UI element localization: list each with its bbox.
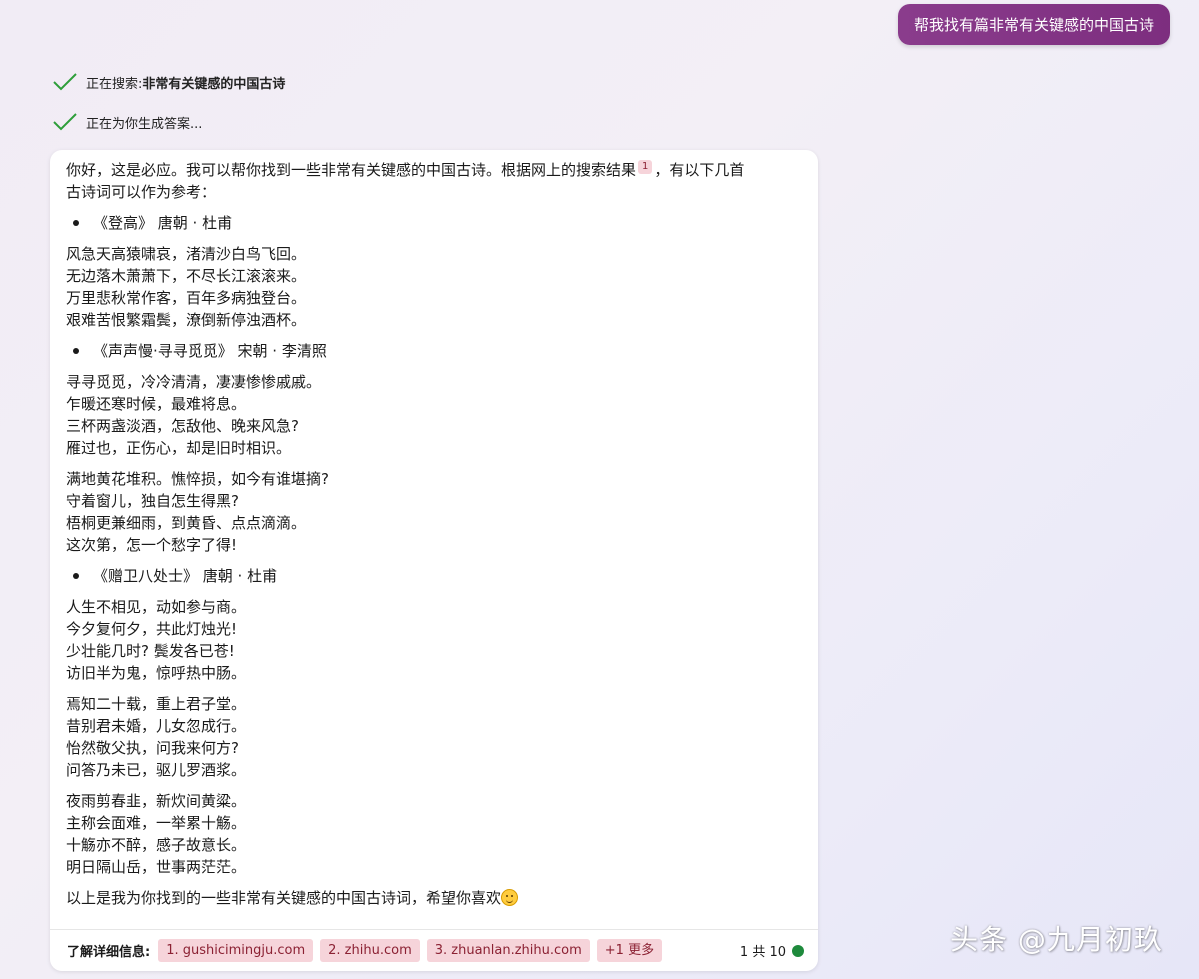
poem-stanza: 焉知二十载，重上君子堂。 昔别君未婚，儿女忽成行。 怡然敬父执，问我来何方? 问… bbox=[66, 693, 802, 781]
poem-line: 明日隔山岳，世事两茫茫。 bbox=[66, 858, 247, 876]
poem-line: 主称会面难，一举累十觞。 bbox=[66, 814, 247, 832]
poem-title: 《声声慢·寻寻觅觅》 宋朝 · 李清照 bbox=[93, 342, 327, 360]
poem-line: 昔别君未婚，儿女忽成行。 bbox=[66, 717, 247, 735]
poem-stanza: 满地黄花堆积。憔悴损，如今有谁堪摘? 守着窗儿，独自怎生得黑? 梧桐更兼细雨，到… bbox=[66, 468, 802, 556]
watermark: 头条 @九月初玖 bbox=[950, 923, 1163, 956]
answer-body: 你好，这是必应。我可以帮你找到一些非常有关键感的中国古诗。根据网上的搜索结果 1，… bbox=[50, 150, 818, 909]
poem-stanza: 寻寻觅觅，冷冷清清，凄凄惨惨戚戚。 乍暖还寒时候，最难将息。 三杯两盏淡酒，怎敌… bbox=[66, 371, 802, 459]
status-text: 正在为你生成答案... bbox=[86, 116, 203, 132]
poem-line: 怡然敬父执，问我来何方? bbox=[66, 739, 239, 757]
poem-line: 风急天高猿啸哀，渚清沙白鸟飞回。 bbox=[66, 245, 307, 263]
source-link-zhuanlan[interactable]: 3. zhuanlan.zhihu.com bbox=[426, 939, 590, 962]
poem-line: 寻寻觅觅，冷冷清清，凄凄惨惨戚戚。 bbox=[66, 373, 322, 391]
check-icon bbox=[53, 73, 77, 91]
poem-line: 艰难苦恨繁霜鬓，潦倒新停浊酒杯。 bbox=[66, 311, 307, 329]
turn-counter: 1 共 10 bbox=[739, 945, 786, 960]
poem-line: 满地黄花堆积。憔悴损，如今有谁堪摘? bbox=[66, 470, 329, 488]
poem-title: 《赠卫八处士》 唐朝 · 杜甫 bbox=[93, 567, 278, 585]
poem-line: 夜雨剪春韭，新炊间黄粱。 bbox=[66, 792, 247, 810]
bullet-icon bbox=[73, 348, 79, 354]
poem-heading: 《声声慢·寻寻觅觅》 宋朝 · 李清照 bbox=[66, 340, 802, 362]
poem-line: 三杯两盏淡酒，怎敌他、晚来风急? bbox=[66, 417, 299, 435]
answer-intro: 你好，这是必应。我可以帮你找到一些非常有关键感的中国古诗。根据网上的搜索结果 1，… bbox=[66, 159, 802, 203]
poem-stanza: 人生不相见，动如参与商。 今夕复何夕，共此灯烛光! 少壮能几时? 鬓发各已苍! … bbox=[66, 596, 802, 684]
poem-line: 这次第，怎一个愁字了得! bbox=[66, 536, 238, 554]
sources-label: 了解详细信息: bbox=[67, 945, 151, 960]
intro-text: 你好，这是必应。我可以帮你找到一些非常有关键感的中国古诗。根据网上的搜索结果 bbox=[66, 161, 637, 179]
source-link-zhihu[interactable]: 2. zhihu.com bbox=[320, 939, 420, 962]
poem-line: 无边落木萧萧下，不尽长江滚滚来。 bbox=[66, 267, 307, 285]
poem-stanza: 风急天高猿啸哀，渚清沙白鸟飞回。 无边落木萧萧下，不尽长江滚滚来。 万里悲秋常作… bbox=[66, 243, 802, 331]
poem-line: 雁过也，正伤心，却是旧时相识。 bbox=[66, 439, 292, 457]
poem-line: 访旧半为鬼，惊呼热中肠。 bbox=[66, 664, 247, 682]
poem-line: 万里悲秋常作客，百年多病独登台。 bbox=[66, 289, 307, 307]
poem-line: 少壮能几时? 鬓发各已苍! bbox=[66, 642, 235, 660]
poem-line: 乍暖还寒时候，最难将息。 bbox=[66, 395, 247, 413]
bullet-icon bbox=[73, 573, 79, 579]
citation-1[interactable]: 1 bbox=[638, 160, 653, 174]
bullet-icon bbox=[73, 220, 79, 226]
poem-line: 焉知二十载，重上君子堂。 bbox=[66, 695, 247, 713]
poem-title: 《登高》 唐朝 · 杜甫 bbox=[93, 214, 233, 232]
poem-line: 梧桐更兼细雨，到黄昏、点点滴滴。 bbox=[66, 514, 307, 532]
status-text: 正在搜索: bbox=[86, 76, 143, 92]
more-sources-button[interactable]: +1 更多 bbox=[596, 939, 663, 962]
smile-emoji-icon bbox=[501, 889, 519, 906]
intro-text: ，有以下几首 bbox=[654, 161, 745, 179]
poem-line: 十觞亦不醉，感子故意长。 bbox=[66, 836, 247, 854]
check-icon bbox=[53, 113, 77, 131]
intro-text: 古诗词可以作为参考： bbox=[66, 183, 217, 201]
source-link-gushicimingju[interactable]: 1. gushicimingju.com bbox=[158, 939, 314, 962]
poem-stanza: 夜雨剪春韭，新炊间黄粱。 主称会面难，一举累十觞。 十觞亦不醉，感子故意长。 明… bbox=[66, 790, 802, 878]
poem-line: 守着窗儿，独自怎生得黑? bbox=[66, 492, 239, 510]
sources-footer: 了解详细信息: 1. gushicimingju.com 2. zhihu.co… bbox=[50, 929, 818, 971]
status-dot-icon bbox=[792, 944, 804, 957]
poem-line: 人生不相见，动如参与商。 bbox=[66, 598, 247, 616]
closing-text: 以上是我为你找到的一些非常有关键感的中国古诗词，希望你喜欢 bbox=[66, 889, 502, 907]
answer-closing: 以上是我为你找到的一些非常有关键感的中国古诗词，希望你喜欢 bbox=[66, 887, 802, 909]
status-generating: 正在为你生成答案... bbox=[52, 112, 202, 132]
status-searching: 正在搜索: 非常有关键感的中国古诗 bbox=[52, 72, 285, 92]
status-query: 非常有关键感的中国古诗 bbox=[142, 76, 286, 92]
poem-heading: 《赠卫八处士》 唐朝 · 杜甫 bbox=[66, 565, 802, 587]
poem-line: 问答乃未已，驱儿罗酒浆。 bbox=[66, 761, 247, 779]
poem-line: 今夕复何夕，共此灯烛光! bbox=[66, 620, 238, 638]
answer-card: 你好，这是必应。我可以帮你找到一些非常有关键感的中国古诗。根据网上的搜索结果 1，… bbox=[50, 150, 818, 971]
user-message-bubble: 帮我找有篇非常有关键感的中国古诗 bbox=[897, 4, 1170, 45]
poem-heading: 《登高》 唐朝 · 杜甫 bbox=[66, 212, 802, 234]
